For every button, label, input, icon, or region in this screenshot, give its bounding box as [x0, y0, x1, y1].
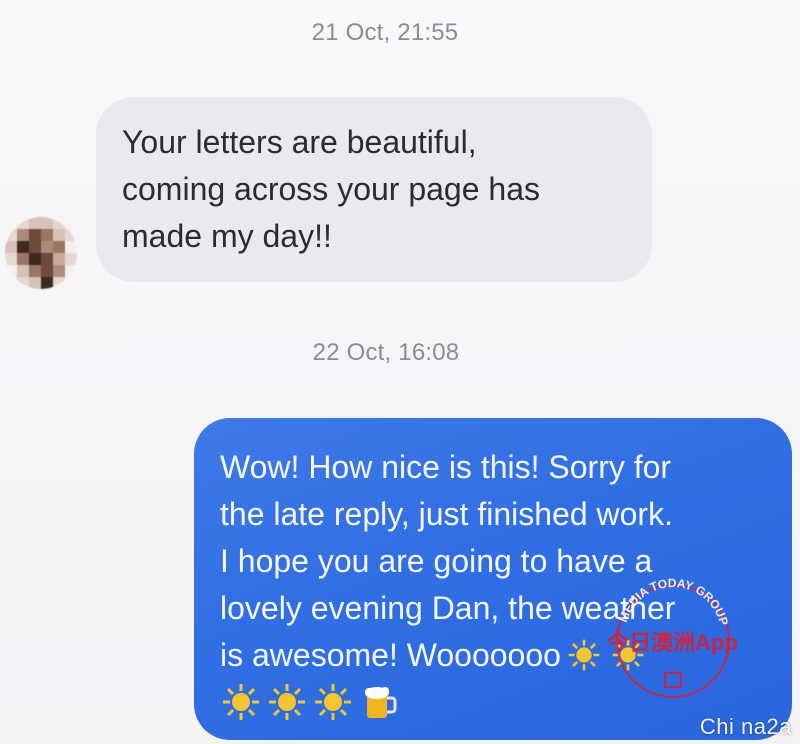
message-text: Wow! How nice is this! Sorry for the lat… — [220, 444, 766, 679]
sun-emoji-icon — [266, 681, 308, 723]
message-timestamp: 21 Oct, 21:55 — [311, 19, 459, 46]
inline-emoji-group — [563, 634, 649, 676]
sun-emoji-icon — [312, 681, 354, 723]
chat-screen: 21 Oct, 21:55 Your letters are beautiful… — [0, 0, 800, 744]
outgoing-message-bubble[interactable]: Wow! How nice is this! Sorry for the lat… — [194, 418, 792, 740]
message-text: Your letters are beautiful, coming acros… — [122, 124, 540, 254]
emoji-row — [220, 681, 766, 723]
message-timestamp: 22 Oct, 16:08 — [312, 339, 460, 366]
sun-emoji-icon — [607, 634, 649, 676]
sun-emoji-icon — [563, 634, 605, 676]
corner-watermark: Chi na2a — [699, 714, 792, 739]
beer-emoji-icon — [358, 681, 400, 723]
avatar[interactable] — [5, 217, 77, 289]
incoming-message-bubble[interactable]: Your letters are beautiful, coming acros… — [96, 97, 652, 282]
sun-emoji-icon — [220, 681, 262, 723]
